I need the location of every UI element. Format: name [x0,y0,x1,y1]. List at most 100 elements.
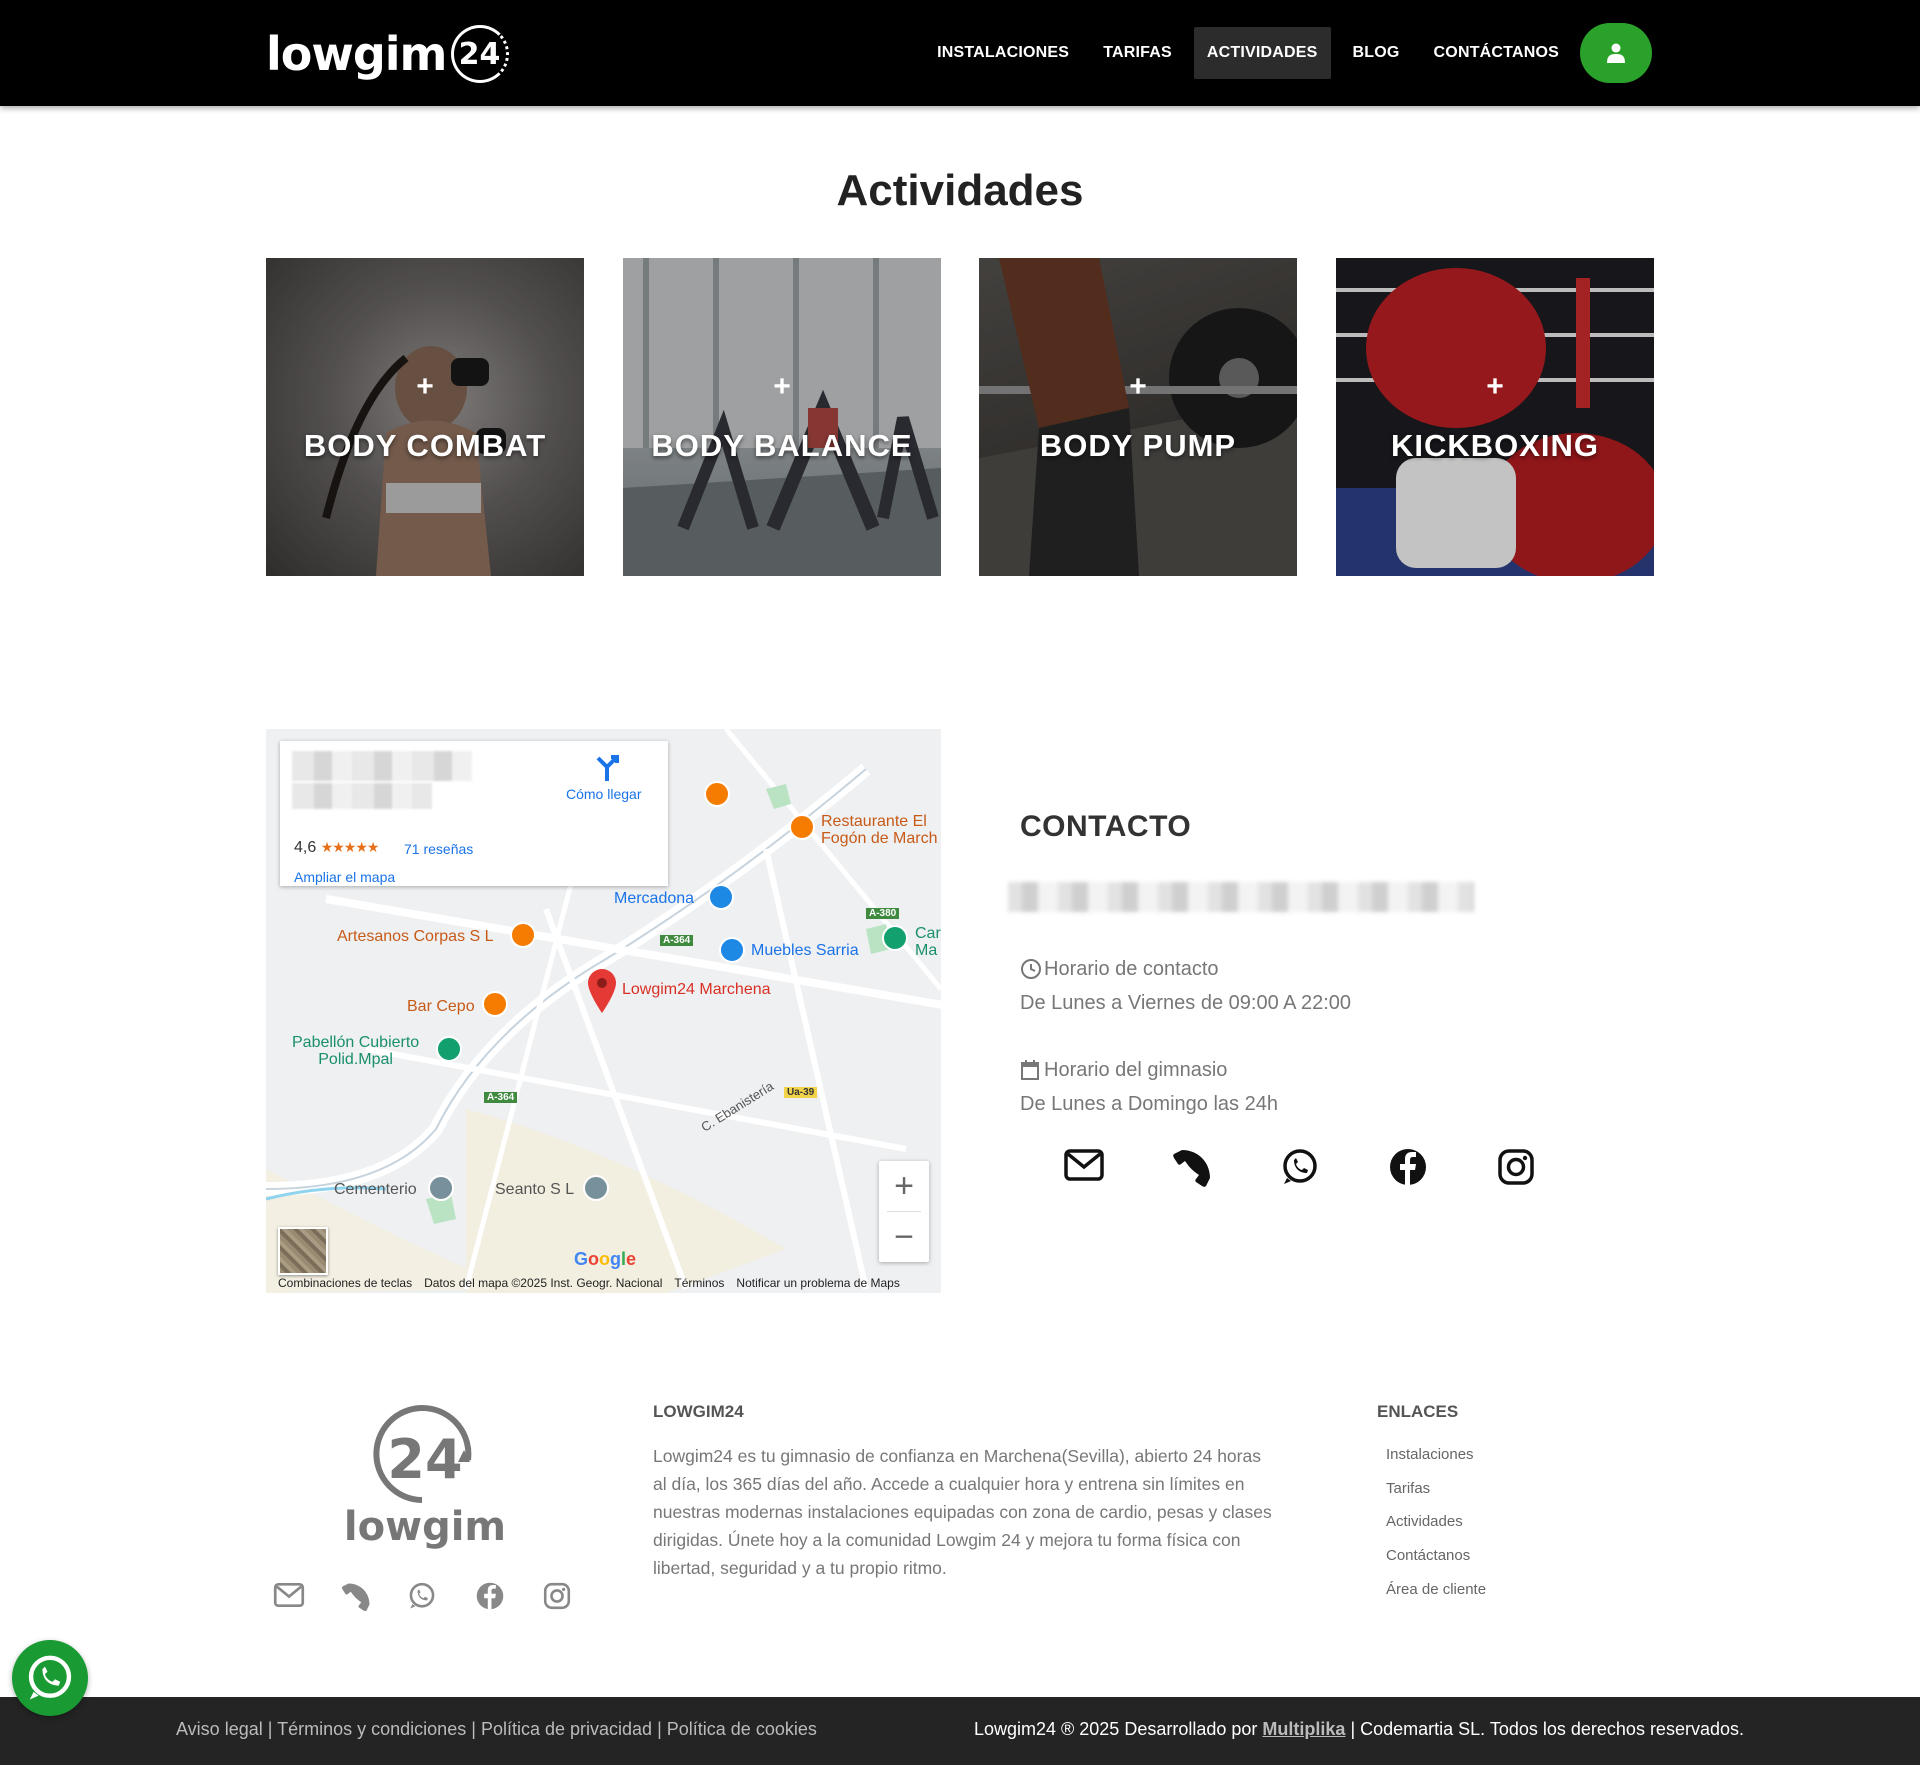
footer-link-tarifas[interactable]: Tarifas [1386,1480,1486,1514]
poi-cementerio[interactable]: Cementerio [334,1181,417,1199]
facebook-icon [476,1582,503,1610]
instagram-icon [1498,1149,1534,1185]
place-marker-icon[interactable] [428,1175,454,1205]
card-plus-icon: + [1129,370,1147,403]
footer-link-actividades[interactable]: Actividades [1386,1513,1486,1547]
shopping-marker-icon[interactable] [719,937,745,967]
rating-stars: ★★★★★ [320,839,380,855]
legal-link-aviso[interactable]: Aviso legal [176,1719,263,1739]
legal-link-privacidad[interactable]: Política de privacidad [481,1719,652,1739]
poi-mercadona[interactable]: Mercadona [614,890,694,908]
contact-hours-block: Horario de contacto De Lunes a Viernes d… [1020,952,1351,1020]
whatsapp-icon [1283,1149,1317,1184]
poi-lowgim24[interactable]: Lowgim24 Marchena [622,981,771,999]
whatsapp-float-button[interactable] [12,1640,88,1716]
poi-muebles[interactable]: Muebles Sarria [751,942,859,960]
legal-links: Aviso legal | Términos y condiciones | P… [176,1719,817,1740]
directions-icon[interactable] [594,753,620,781]
developer-link[interactable]: Multiplika [1262,1719,1345,1739]
restaurant-marker-icon[interactable] [704,781,730,811]
activity-card-body-combat[interactable]: + BODY COMBAT [266,258,584,576]
footer-links: Instalaciones Tarifas Actividades Contác… [1386,1446,1486,1614]
footer-links-title: ENLACES [1377,1402,1459,1421]
envelope-icon [1064,1149,1104,1181]
phone-icon [1173,1150,1210,1187]
nav-tarifas[interactable]: TARIFAS [1086,27,1189,79]
directions-link[interactable]: Cómo llegar [566,786,641,802]
keyboard-shortcuts-link[interactable]: Combinaciones de teclas [278,1276,412,1290]
legal-link-cookies[interactable]: Política de cookies [667,1719,817,1739]
footer-link-area-cliente[interactable]: Área de cliente [1386,1581,1486,1615]
bar-marker-icon[interactable] [482,991,508,1021]
page-title: Actividades [836,166,1084,215]
rating-value: 4,6 [294,839,317,856]
place-info-card: Cómo llegar 4,6 ★★★★★ 71 reseñas Ampliar… [280,741,668,886]
facebook-link[interactable] [1354,1148,1462,1188]
location-pin-icon[interactable] [586,967,618,1013]
map-attribution: Combinaciones de teclas Datos del mapa ©… [266,1273,941,1293]
footer-instagram-link[interactable] [538,1582,606,1612]
footer-link-instalaciones[interactable]: Instalaciones [1386,1446,1486,1480]
road-badge: A-364 [484,1092,518,1103]
poi-car[interactable]: Car Ma [915,925,941,959]
instagram-icon [543,1582,571,1610]
sports-marker-icon[interactable] [436,1036,462,1066]
activity-card-body-balance[interactable]: + BODY BALANCE [623,258,941,576]
footer-link-contactanos[interactable]: Contáctanos [1386,1547,1486,1581]
footer-logo-number: 24 [387,1428,462,1491]
report-problem-link[interactable]: Notificar un problema de Maps [736,1276,899,1290]
footer-email-link[interactable] [268,1582,336,1612]
enlarge-map-link[interactable]: Ampliar el mapa [294,869,395,885]
nav-actividades[interactable]: ACTIVIDADES [1193,27,1331,79]
satellite-toggle[interactable] [278,1227,328,1275]
poi-pabellon[interactable]: Pabellón Cubierto Polid.Mpal [292,1034,419,1068]
zoom-in-button[interactable]: + [879,1161,929,1211]
legal-link-terminos[interactable]: Términos y condiciones [277,1719,466,1739]
email-link[interactable] [1030,1148,1138,1188]
activity-card-kickboxing[interactable]: + KICKBOXING [1336,258,1654,576]
blurred-address [1008,882,1474,912]
gym-hours-block: Horario del gimnasio De Lunes a Domingo … [1020,1053,1278,1121]
road-badge: A-364 [660,935,694,946]
user-account-button[interactable] [1580,23,1652,83]
reviews-link[interactable]: 71 reseñas [404,841,473,857]
site-header: lowgim 24 INSTALACIONES TARIFAS ACTIVIDA… [0,0,1920,106]
road-badge: Ua-39 [784,1087,818,1098]
zoom-out-button[interactable]: − [879,1212,929,1262]
place-marker-icon[interactable] [583,1175,609,1205]
boxing-gloves-image [1336,258,1654,576]
footer-facebook-link[interactable] [471,1582,539,1612]
whatsapp-link[interactable] [1246,1148,1354,1188]
restaurant-marker-icon[interactable] [789,814,815,844]
poi-seanto[interactable]: Seanto S L [495,1181,574,1199]
restaurant-marker-icon[interactable] [510,922,536,952]
poi-bar-cepo[interactable]: Bar Cepo [407,998,475,1016]
card-plus-icon: + [773,370,791,403]
activity-card-body-pump[interactable]: + BODY PUMP [979,258,1297,576]
blurred-place-name [292,751,472,781]
nav-instalaciones[interactable]: INSTALACIONES [920,27,1086,79]
google-map[interactable]: Cómo llegar 4,6 ★★★★★ 71 reseñas Ampliar… [266,729,941,1293]
footer-phone-link[interactable] [336,1582,404,1612]
card-plus-icon: + [416,370,434,403]
terms-link[interactable]: Términos [674,1276,724,1290]
main-nav: INSTALACIONES TARIFAS ACTIVIDADES BLOG C… [920,23,1652,83]
legal-separator: | [267,1719,273,1739]
site-logo[interactable]: lowgim 24 [266,22,509,86]
nav-blog[interactable]: BLOG [1336,27,1417,79]
instagram-link[interactable] [1462,1148,1570,1188]
yoga-class-image [623,258,941,576]
contact-hours-value: De Lunes a Viernes de 09:00 A 22:00 [1020,992,1352,1014]
footer-logo[interactable]: 24 lowgim [344,1400,506,1550]
poi-restaurante[interactable]: Restaurante El Fogón de March [821,813,938,847]
nav-contactanos[interactable]: CONTÁCTANOS [1417,27,1576,79]
footer-whatsapp-link[interactable] [403,1582,471,1612]
shopping-marker-icon[interactable] [708,884,734,914]
place-rating: 4,6 ★★★★★ [294,839,380,857]
place-marker-icon[interactable] [882,925,908,955]
logo-number: 24 [450,25,509,83]
copyright: Lowgim24 ® 2025 Desarrollado por Multipl… [974,1719,1744,1740]
phone-link[interactable] [1138,1148,1246,1188]
poi-artesanos[interactable]: Artesanos Corpas S L [337,928,494,946]
footer-social-icons [268,1582,606,1612]
